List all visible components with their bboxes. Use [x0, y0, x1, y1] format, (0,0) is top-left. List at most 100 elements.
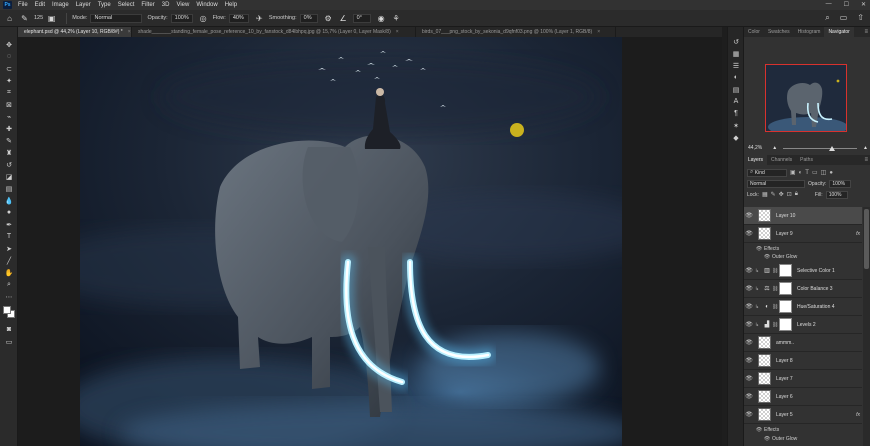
- layer-opacity-input[interactable]: 100%: [829, 179, 852, 188]
- eyedropper-tool-icon[interactable]: ⌁: [4, 112, 14, 121]
- zoom-in-icon[interactable]: ▲: [863, 145, 868, 151]
- tab-swatches[interactable]: Swatches: [764, 27, 794, 37]
- eraser-tool-icon[interactable]: ◪: [4, 172, 14, 181]
- menu-file[interactable]: File: [18, 2, 28, 8]
- paragraph-icon[interactable]: ¶: [731, 109, 741, 118]
- eye-icon[interactable]: 👁︎: [744, 285, 754, 292]
- fx-badge[interactable]: fx: [856, 231, 860, 237]
- link-icon[interactable]: ⛓: [772, 322, 778, 328]
- angle-input[interactable]: 0°: [352, 13, 371, 23]
- filter-kind-select[interactable]: ⌕ Kind: [747, 168, 787, 177]
- layer-name[interactable]: Layer 5: [776, 412, 793, 418]
- share-icon[interactable]: ⇧: [857, 13, 864, 23]
- clone-stamp-tool-icon[interactable]: ♜: [4, 148, 14, 157]
- menu-type[interactable]: Type: [98, 2, 111, 8]
- lock-transparent-icon[interactable]: ▦: [762, 191, 768, 198]
- navigator-thumbnail[interactable]: [765, 64, 847, 132]
- fx-badge[interactable]: fx: [856, 412, 860, 418]
- zoom-slider-knob[interactable]: [828, 145, 835, 151]
- menu-help[interactable]: Help: [225, 2, 237, 8]
- gradient-tool-icon[interactable]: ▤: [4, 184, 14, 193]
- close-icon[interactable]: ×: [128, 29, 131, 35]
- close-icon[interactable]: ×: [597, 29, 600, 35]
- filter-adjustment-icon[interactable]: ◐: [799, 170, 803, 176]
- symmetry-icon[interactable]: ⚘: [391, 13, 402, 24]
- healing-brush-tool-icon[interactable]: ✚: [4, 124, 14, 133]
- eye-icon[interactable]: 👁︎: [744, 267, 754, 274]
- pressure-opacity-icon[interactable]: ◎: [198, 13, 209, 24]
- layer-row[interactable]: 👁︎ ↳ ⚖ ⛓ Color Balance 3: [744, 280, 862, 298]
- panel-menu-icon[interactable]: ≡: [864, 29, 868, 35]
- dodge-tool-icon[interactable]: ●: [4, 208, 14, 217]
- flow-input[interactable]: 40%: [228, 13, 249, 23]
- layer-mask[interactable]: [779, 318, 792, 331]
- menu-layer[interactable]: Layer: [76, 2, 91, 8]
- menu-3d[interactable]: 3D: [162, 2, 170, 8]
- blend-mode-select[interactable]: Normal: [747, 179, 805, 188]
- more-tools-icon[interactable]: ⋯: [4, 292, 14, 301]
- eye-icon[interactable]: 👁︎: [744, 303, 754, 310]
- eye-icon[interactable]: 👁︎: [744, 411, 754, 418]
- eye-icon[interactable]: 👁︎: [744, 321, 754, 328]
- eye-icon[interactable]: 👁︎: [744, 393, 754, 400]
- panel-menu-icon[interactable]: ≡: [864, 157, 868, 163]
- filter-shape-icon[interactable]: ▭: [812, 169, 818, 176]
- eye-icon[interactable]: 👁︎: [754, 246, 764, 252]
- layer-name[interactable]: Color Balance 3: [797, 286, 833, 292]
- lock-all-icon[interactable]: 🔒︎: [795, 191, 798, 198]
- adjustments-icon[interactable]: ◐: [731, 73, 741, 82]
- layer-mask[interactable]: [779, 282, 792, 295]
- lasso-tool-icon[interactable]: ⊂: [4, 64, 14, 73]
- layer-row[interactable]: 👁︎ Layer 6: [744, 388, 862, 406]
- move-tool-icon[interactable]: ✥: [4, 40, 14, 49]
- pen-tool-icon[interactable]: ✒: [4, 220, 14, 229]
- tab-birds[interactable]: birds_07___png_stock_by_sekonia_d9qfnf03…: [416, 27, 616, 37]
- eye-icon[interactable]: 👁︎: [744, 230, 754, 237]
- libraries-icon[interactable]: ▤: [731, 85, 741, 94]
- brush-tool-icon[interactable]: ✎: [4, 136, 14, 145]
- zoom-slider[interactable]: [783, 145, 858, 151]
- zoom-value[interactable]: 44,2%: [748, 145, 762, 151]
- workspace-icon[interactable]: ▭: [840, 13, 848, 23]
- close-button[interactable]: ✕: [861, 1, 866, 8]
- layer-row[interactable]: 👁︎ Layer 7: [744, 370, 862, 388]
- glyphs-icon[interactable]: ✶: [731, 121, 741, 130]
- layer-row[interactable]: 👁︎ ↳ ▟ ⛓ Levels 2: [744, 316, 862, 334]
- mode-select[interactable]: Normal: [90, 13, 143, 23]
- properties-icon[interactable]: ☰: [731, 61, 741, 70]
- tab-elephant[interactable]: elephant.psd @ 44,2% (Layer 10, RGB/8#) …: [18, 27, 132, 37]
- lock-image-icon[interactable]: ✎: [771, 191, 776, 198]
- brush-settings-icon[interactable]: ▣: [46, 13, 57, 24]
- tab-histogram[interactable]: Histogram: [794, 27, 825, 37]
- menu-filter[interactable]: Filter: [141, 2, 154, 8]
- line-tool-icon[interactable]: ╱: [4, 256, 14, 265]
- foreground-color-swatch[interactable]: [3, 306, 11, 314]
- layer-name[interactable]: Layer 10: [776, 213, 795, 219]
- zoom-tool-icon[interactable]: ⌕: [4, 280, 14, 289]
- menu-edit[interactable]: Edit: [35, 2, 45, 8]
- gear-icon[interactable]: ⚙: [323, 13, 334, 24]
- canvas-area[interactable]: [18, 37, 722, 446]
- frame-tool-icon[interactable]: ⊠: [4, 100, 14, 109]
- link-icon[interactable]: ⛓: [772, 268, 778, 274]
- scrollbar-thumb[interactable]: [864, 209, 869, 269]
- tab-color[interactable]: Color: [744, 27, 764, 37]
- airbrush-icon[interactable]: ✈: [254, 13, 265, 24]
- brush-tool-preset-icon[interactable]: ✎: [19, 13, 30, 24]
- layer-row[interactable]: 👁︎ Layer 9 fx: [744, 225, 862, 243]
- home-icon[interactable]: ⌂: [4, 13, 15, 24]
- filter-smart-icon[interactable]: ◫: [821, 169, 827, 176]
- minimize-button[interactable]: —: [826, 1, 832, 8]
- history-icon[interactable]: ↺: [731, 37, 741, 46]
- filter-pixel-icon[interactable]: ▣: [790, 169, 796, 176]
- filter-toggle-icon[interactable]: ●: [829, 170, 833, 176]
- path-selection-tool-icon[interactable]: ➤: [4, 244, 14, 253]
- blur-tool-icon[interactable]: 💧: [4, 196, 14, 205]
- opacity-input[interactable]: 100%: [170, 13, 193, 23]
- pressure-size-icon[interactable]: ◉: [376, 13, 387, 24]
- eye-icon[interactable]: 👁︎: [762, 436, 772, 442]
- tab-shade[interactable]: shade_______standing_female_pose_referen…: [132, 27, 416, 37]
- eye-icon[interactable]: 👁︎: [744, 212, 754, 219]
- smoothing-input[interactable]: 0%: [299, 13, 318, 23]
- menu-image[interactable]: Image: [52, 2, 69, 8]
